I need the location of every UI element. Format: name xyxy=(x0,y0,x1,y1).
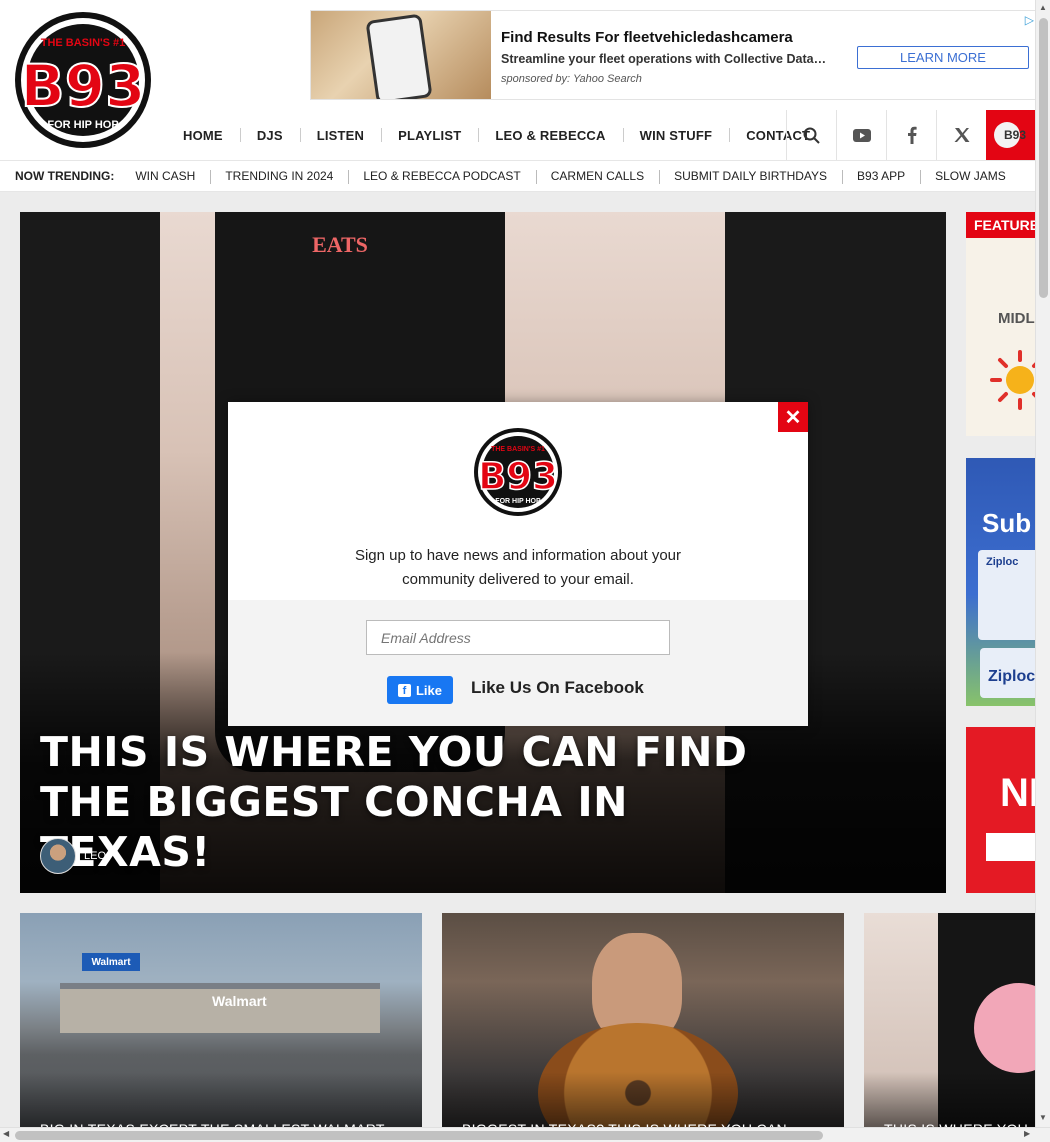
article-card-donut[interactable]: BIGGEST IN TEXAS? THIS IS WHERE YOU CAN xyxy=(442,913,844,1142)
trending-item-2024[interactable]: TRENDING IN 2024 xyxy=(210,169,348,184)
trending-item-app[interactable]: B93 APP xyxy=(842,169,920,184)
logo-top-text: THE BASIN'S #1 xyxy=(41,37,126,49)
hero-headline[interactable]: THIS IS WHERE YOU CAN FIND THE BIGGEST C… xyxy=(40,727,800,877)
hero-author[interactable]: LEO xyxy=(40,838,106,874)
nav-win-stuff[interactable]: WIN STUFF xyxy=(622,110,730,160)
twitter-icon[interactable] xyxy=(936,110,986,160)
social-links xyxy=(786,110,986,160)
trending-bar: NOW TRENDING: WIN CASH TRENDING IN 2024 … xyxy=(0,160,1035,192)
trending-item-carmen-calls[interactable]: CARMEN CALLS xyxy=(535,169,659,184)
ad-sponsor: sponsored by: Yahoo Search xyxy=(501,73,642,85)
author-avatar xyxy=(40,838,76,874)
logo-number: B93 xyxy=(21,52,146,120)
top-ad-banner[interactable]: Find Results For fleetvehicledashcamera … xyxy=(310,10,1037,100)
station-logo[interactable]: THE BASIN'S #1 B93 FOR HIP HOP xyxy=(10,10,156,150)
facebook-like-text: Like Us On Facebook xyxy=(471,678,644,697)
article-card-concha[interactable]: THIS IS WHERE YOU xyxy=(864,913,1050,1142)
listen-live-label: B93 xyxy=(1004,128,1027,142)
ziploc-ad-text: Sub xyxy=(982,508,1032,538)
scroll-left-arrow-icon[interactable]: ◀ xyxy=(3,1129,9,1138)
modal-station-logo: THE BASIN'S #1 B93 FOR HIP HOP xyxy=(474,428,562,516)
featured-text: MIDL xyxy=(998,310,1035,327)
trending-label: NOW TRENDING: xyxy=(15,169,115,183)
nav-djs[interactable]: DJS xyxy=(239,110,300,160)
horizontal-scroll-thumb[interactable] xyxy=(15,1131,823,1140)
facebook-like-label: Like xyxy=(415,682,442,698)
modal-logo-top-text: THE BASIN'S #1 xyxy=(491,446,545,453)
ad-title[interactable]: Find Results For fleetvehicledashcamera xyxy=(501,29,793,46)
scroll-down-arrow-icon[interactable]: ▼ xyxy=(1039,1113,1047,1122)
scroll-up-arrow-icon[interactable]: ▲ xyxy=(1039,3,1047,12)
search-icon[interactable] xyxy=(786,110,836,160)
scroll-right-arrow-icon[interactable]: ▶ xyxy=(1024,1129,1030,1138)
ad-description: Streamline your fleet operations with Co… xyxy=(501,52,827,66)
ad-image xyxy=(311,11,491,99)
site-header: THE BASIN'S #1 B93 FOR HIP HOP Find Resu… xyxy=(0,0,1050,160)
nav-home[interactable]: HOME xyxy=(166,110,240,160)
nav-playlist[interactable]: PLAYLIST xyxy=(381,110,478,160)
author-name[interactable]: LEO xyxy=(84,850,106,862)
logo-bottom-text: FOR HIP HOP xyxy=(47,119,118,131)
walmart-sign: Walmart xyxy=(82,953,140,971)
trending-item-podcast[interactable]: LEO & REBECCA PODCAST xyxy=(348,169,535,184)
modal-message: Sign up to have news and information abo… xyxy=(354,547,682,588)
newsletter-modal: ✕ THE BASIN'S #1 B93 FOR HIP HOP Sign up… xyxy=(228,402,808,726)
modal-form-area: f Like Like Us On Facebook xyxy=(228,600,808,726)
close-icon[interactable]: ✕ xyxy=(778,402,808,432)
facebook-like-button[interactable]: f Like xyxy=(387,676,453,704)
ziploc-brand-2: Ziploc xyxy=(988,668,1036,685)
horizontal-scrollbar[interactable]: ◀ ▶ xyxy=(0,1127,1050,1142)
vertical-scrollbar[interactable]: ▲ ▼ xyxy=(1035,0,1050,1127)
main-nav: HOME DJS LISTEN PLAYLIST LEO & REBECCA W… xyxy=(166,110,827,160)
modal-logo-number: B93 xyxy=(478,455,558,498)
nav-leo-rebecca[interactable]: LEO & REBECCA xyxy=(478,110,622,160)
facebook-icon[interactable] xyxy=(886,110,936,160)
youtube-icon[interactable] xyxy=(836,110,886,160)
hero-shirt-logo: EATS xyxy=(312,232,368,257)
trending-item-birthdays[interactable]: SUBMIT DAILY BIRTHDAYS xyxy=(659,169,842,184)
email-field[interactable] xyxy=(366,620,670,655)
modal-logo-bottom-text: FOR HIP HOP xyxy=(495,498,541,505)
ziploc-brand-1: Ziploc xyxy=(986,556,1019,568)
facebook-icon: f xyxy=(397,683,411,697)
trending-item-win-cash[interactable]: WIN CASH xyxy=(120,169,210,183)
trending-item-slow-jams[interactable]: SLOW JAMS xyxy=(920,169,1021,184)
walmart-store-sign: Walmart xyxy=(212,993,267,1009)
ad-learn-more-button[interactable]: LEARN MORE xyxy=(857,46,1029,69)
vertical-scroll-thumb[interactable] xyxy=(1039,18,1048,298)
nav-listen[interactable]: LISTEN xyxy=(299,110,381,160)
adchoices-icon[interactable]: ▷ xyxy=(1025,13,1034,27)
article-card-walmart[interactable]: Walmart Walmart BIG IN TEXAS EXCEPT THE … xyxy=(20,913,422,1142)
